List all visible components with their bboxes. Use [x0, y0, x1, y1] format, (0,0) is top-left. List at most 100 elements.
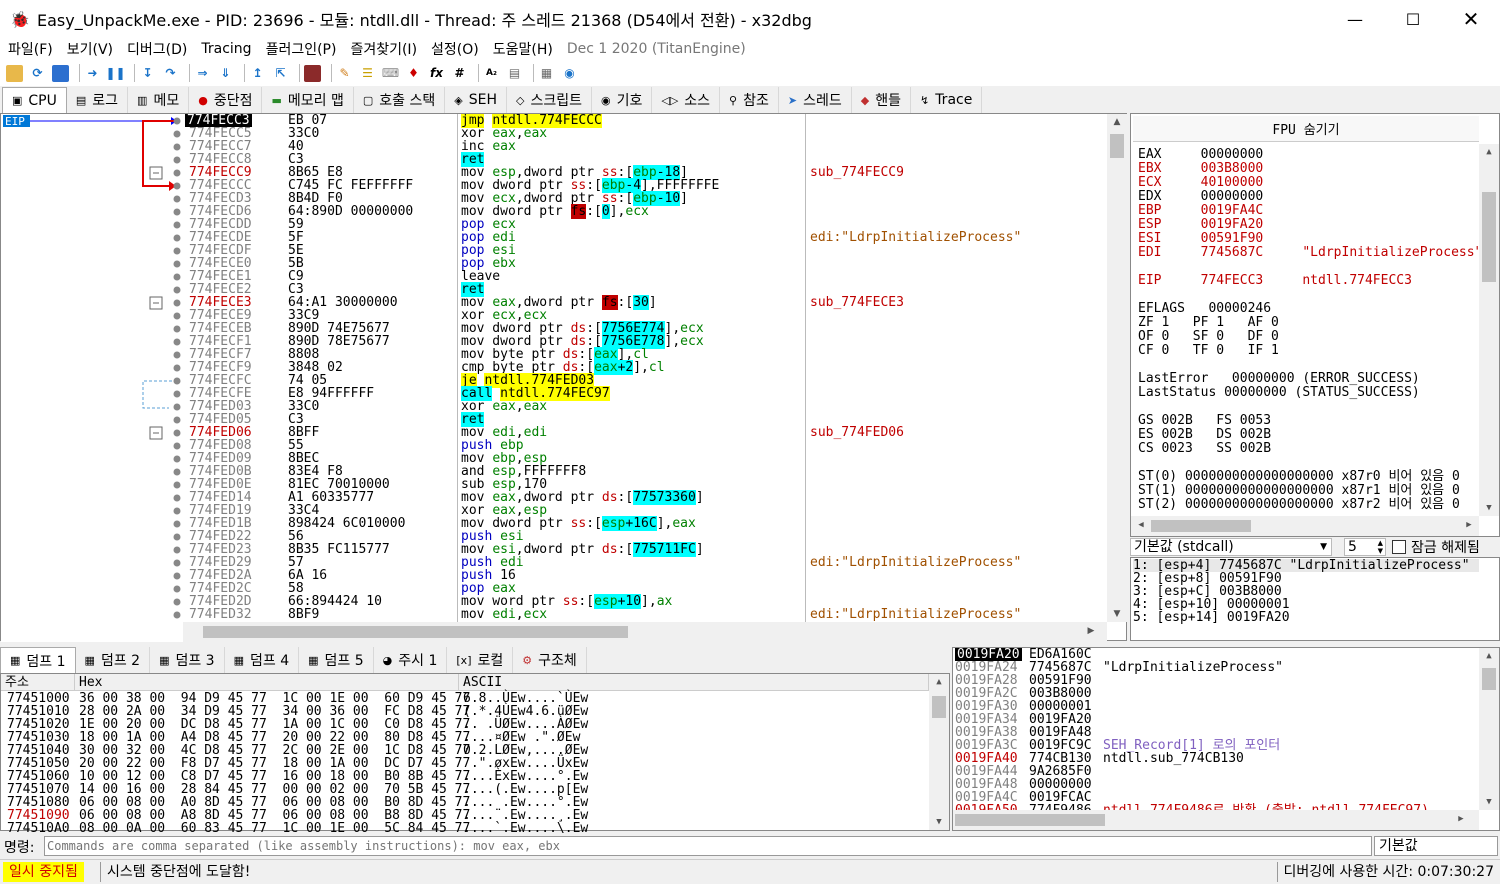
register-line[interactable]: EFLAGS 00000246	[1138, 302, 1271, 316]
register-line[interactable]: EDX 00000000	[1138, 190, 1263, 204]
menu-options[interactable]: 설정(O)	[431, 39, 479, 59]
breakpoint-dot[interactable]	[173, 260, 181, 268]
breakpoint-dot[interactable]	[173, 234, 181, 242]
breakpoint-dot[interactable]	[173, 325, 181, 333]
trace-into-icon[interactable]: ⇒	[194, 65, 211, 82]
scroll-thumb[interactable]	[203, 626, 628, 638]
dump-tab-6[interactable]: ◕ 주시 1	[374, 647, 448, 673]
dump-vertical-scrollbar[interactable]: ▲ ▼	[929, 674, 949, 830]
scroll-down-icon[interactable]: ▼	[1479, 503, 1499, 513]
breakpoint-dot[interactable]	[173, 143, 181, 151]
scroll-up-icon[interactable]: ▲	[1479, 147, 1499, 157]
breakpoint-dot[interactable]	[173, 611, 181, 619]
stop-icon[interactable]	[52, 64, 69, 82]
register-line[interactable]: EAX 00000000	[1138, 148, 1263, 162]
breakpoint-dot[interactable]	[173, 559, 181, 567]
breakpoint-dot[interactable]	[173, 221, 181, 229]
register-line[interactable]: CF 0 TF 0 IF 1	[1138, 344, 1279, 358]
open-icon[interactable]	[6, 64, 23, 82]
breakpoint-dot[interactable]	[173, 390, 181, 398]
register-line[interactable]: EIP 774FECC3 ntdll.774FECC3	[1138, 274, 1412, 288]
scroll-up-icon[interactable]: ▲	[1479, 651, 1499, 661]
breakpoint-dot[interactable]	[173, 598, 181, 606]
tab-cpu[interactable]: ▣ CPU	[2, 87, 67, 113]
breakpoint-dot[interactable]	[173, 338, 181, 346]
breakpoint-dot[interactable]	[173, 585, 181, 593]
scroll-thumb[interactable]	[1151, 520, 1251, 532]
disasm-row[interactable]: 774FED06 8BFF mov edi,edi sub_774FED06	[183, 426, 1107, 439]
unlock-checkbox[interactable]	[1392, 540, 1406, 554]
pause-icon[interactable]: ❚❚	[105, 65, 125, 82]
disasm-row[interactable]: 774FED03 33C0 xor eax,eax	[183, 400, 1107, 413]
function-icon[interactable]: fx	[428, 65, 445, 82]
breakpoint-dot[interactable]	[173, 312, 181, 320]
register-line[interactable]: ECX 40100000	[1138, 176, 1263, 190]
breakpoint-dot[interactable]	[173, 416, 181, 424]
tab-breakpoint[interactable]: ● 중단점	[189, 87, 263, 113]
register-line[interactable]: ESI 00591F90	[1138, 232, 1263, 246]
breakpoint-dot[interactable]	[173, 156, 181, 164]
comment-icon[interactable]: ☰	[359, 65, 376, 82]
stack-vertical-scrollbar[interactable]: ▲ ▼	[1479, 648, 1499, 810]
menu-plugins[interactable]: 플러그인(P)	[266, 39, 337, 59]
register-line[interactable]: ST(2) 0000000000000000000 x87r2 비어 있음 0	[1138, 498, 1460, 512]
calculator-icon[interactable]: ▦	[538, 65, 555, 82]
menu-debug[interactable]: 디버그(D)	[127, 39, 187, 59]
tab-script[interactable]: ◇ 스크립트	[507, 87, 592, 113]
bookmark-icon[interactable]: ♦	[405, 65, 422, 82]
hide-fpu-button[interactable]: FPU 숨기기	[1133, 116, 1479, 142]
register-line[interactable]: ST(0) 0000000000000000000 x87r0 비어 있음 0	[1138, 470, 1460, 484]
restart-icon[interactable]: ⟳	[29, 65, 46, 82]
minimize-button[interactable]: —	[1326, 0, 1384, 38]
command-input[interactable]	[44, 836, 1372, 856]
breakpoint-dot[interactable]	[173, 455, 181, 463]
tab-notes[interactable]: ▥ 메모	[128, 87, 190, 113]
disasm-row[interactable]: 774FECC5 33C0 xor eax,eax	[183, 127, 1107, 140]
breakpoint-dot[interactable]	[173, 481, 181, 489]
scylla-icon[interactable]	[304, 64, 321, 82]
argument-count-spinner[interactable]: 5 ▲ ▼	[1344, 538, 1386, 556]
argument-row[interactable]: 5: [esp+14] 0019FA20	[1133, 611, 1290, 624]
scroll-thumb[interactable]	[1482, 192, 1496, 282]
tab-symbols[interactable]: ◉ 기호	[592, 87, 653, 113]
disasm-row[interactable]: 774FECDF 5E pop esi	[183, 244, 1107, 257]
dump-tab-4[interactable]: ▦ 덤프 4	[225, 647, 300, 673]
hash-icon[interactable]: #	[451, 65, 468, 82]
disasm-row[interactable]: 774FED08 55 push ebp	[183, 439, 1107, 452]
scroll-thumb[interactable]	[955, 814, 1105, 826]
command-type-select[interactable]: 기본값	[1374, 836, 1498, 856]
disasm-row[interactable]: 774FECE1 C9 leave	[183, 270, 1107, 283]
disasm-horizontal-scrollbar[interactable]: ▶	[183, 622, 1107, 642]
scroll-thumb[interactable]	[932, 696, 946, 718]
register-line[interactable]: EBP 0019FA4C	[1138, 204, 1263, 218]
breakpoint-dot[interactable]	[173, 130, 181, 138]
patch-icon[interactable]: ✎	[336, 65, 353, 82]
register-line[interactable]: EBX 003B8000	[1138, 162, 1263, 176]
disasm-row[interactable]: 774FECE3 64:A1 30000000 mov eax,dword ptr …	[183, 295, 1107, 310]
strings-icon[interactable]: ▤	[506, 65, 523, 82]
register-line[interactable]: GS 002B FS 0053	[1138, 414, 1271, 428]
scroll-right-icon[interactable]: ▶	[1081, 626, 1101, 636]
breakpoint-dot[interactable]	[173, 494, 181, 502]
tab-trace[interactable]: ↯ Trace	[911, 87, 983, 113]
menu-view[interactable]: 보기(V)	[67, 39, 113, 59]
disasm-row[interactable]: 774FED1B 898424 6C010000 mov dword ptr ss:…	[183, 516, 1107, 531]
disasm-row[interactable]: 774FECDE 5F pop edi edi:"LdrpInitializeProc…	[183, 231, 1107, 244]
menu-help[interactable]: 도움말(H)	[493, 39, 553, 59]
scroll-thumb[interactable]	[1110, 134, 1124, 158]
breakpoint-dot[interactable]	[173, 572, 181, 580]
dump-tab-2[interactable]: ▦ 덤프 2	[76, 647, 151, 673]
dump-col-hex[interactable]: Hex	[75, 674, 459, 691]
dump-col-ascii[interactable]: ASCII	[459, 674, 929, 691]
breakpoint-dot[interactable]	[173, 208, 181, 216]
breakpoint-dot[interactable]	[173, 247, 181, 255]
disassembly-view[interactable]: 774FECC3 EB 07 jmp ntdll.774FECCC 774FECC5 3…	[183, 114, 1107, 622]
register-line[interactable]: ESP 0019FA20	[1138, 218, 1263, 232]
scroll-up-icon[interactable]: ▲	[1107, 117, 1127, 127]
tab-handles[interactable]: ◆ 핸들	[852, 87, 911, 113]
breakpoint-dot[interactable]	[173, 520, 181, 528]
scroll-down-icon[interactable]: ▼	[1107, 609, 1127, 619]
register-line[interactable]: ST(1) 0000000000000000000 x87r1 비어 있음 0	[1138, 484, 1460, 498]
close-button[interactable]: ✕	[1442, 0, 1500, 38]
tab-references[interactable]: ⚲ 참조	[720, 87, 779, 113]
